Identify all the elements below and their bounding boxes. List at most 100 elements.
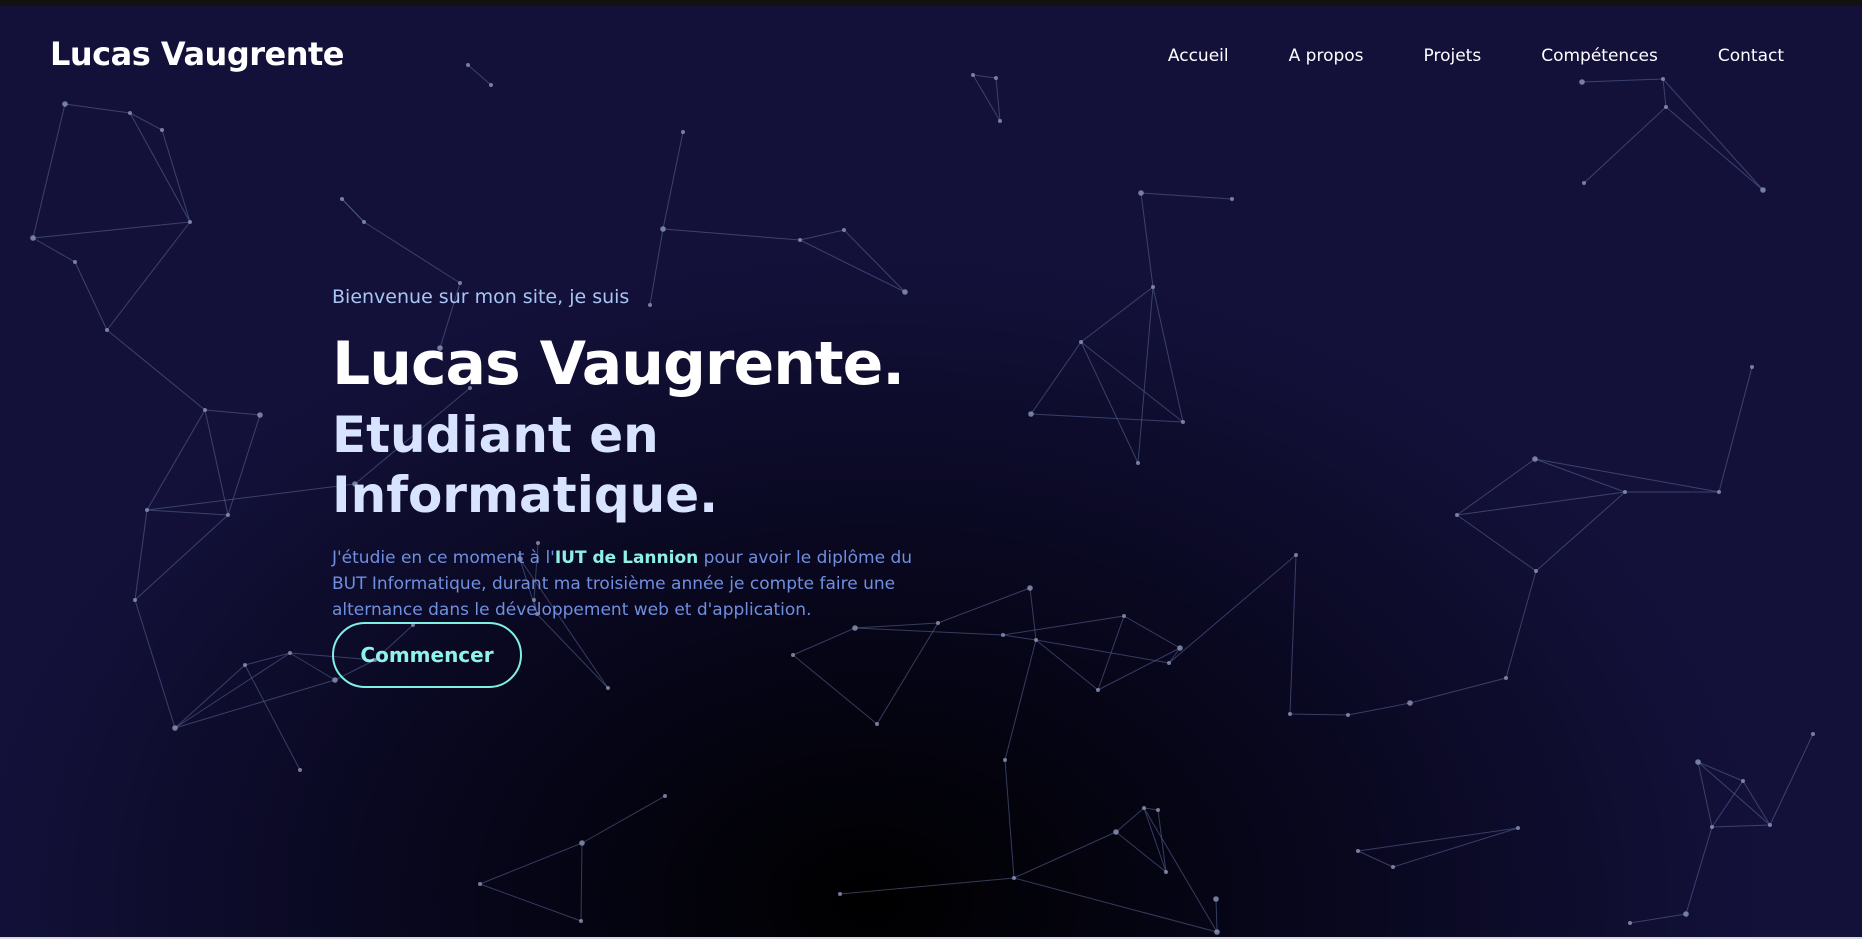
network-edge [799, 239, 906, 293]
network-edge [876, 622, 939, 725]
start-button[interactable]: Commencer [332, 622, 522, 688]
network-edge [1535, 491, 1626, 572]
network-edge [1392, 827, 1519, 868]
network-edge [581, 795, 666, 844]
network-edge [1140, 192, 1154, 288]
nav-item-projets[interactable]: Projets [1424, 46, 1482, 66]
nav-item-competences[interactable]: Compétences [1541, 46, 1658, 66]
main-nav: Accueil A propos Projets Compétences Con… [1168, 46, 1784, 66]
network-node [128, 111, 132, 115]
network-edge [479, 883, 582, 922]
network-node [1768, 823, 1772, 827]
network-node [1003, 758, 1007, 762]
network-edge [1080, 286, 1154, 343]
network-edge [1357, 850, 1394, 868]
network-node [791, 653, 795, 657]
network-edge [1030, 341, 1082, 415]
network-node [1177, 645, 1183, 651]
network-node [1532, 456, 1538, 462]
network-node [1294, 553, 1298, 557]
network-edge [854, 627, 1004, 636]
network-node [1164, 870, 1168, 874]
desc-text-start: J'étudie en ce moment à l' [332, 548, 555, 568]
network-edge [289, 652, 336, 681]
network-edge [174, 664, 246, 729]
network-edge [1157, 809, 1167, 873]
network-edge [1534, 458, 1626, 493]
network-node [1142, 806, 1146, 810]
hero-intro: Bienvenue sur mon site, je suis [332, 286, 630, 308]
network-node [340, 197, 344, 201]
network-edge [204, 409, 261, 416]
network-node [1391, 865, 1395, 869]
network-edge [1035, 639, 1099, 691]
network-edge [1080, 341, 1139, 464]
network-edge [204, 409, 229, 516]
nav-item-a-propos[interactable]: A propos [1289, 46, 1364, 66]
network-edge [32, 237, 76, 263]
network-node [1213, 896, 1219, 902]
network-node [1455, 513, 1459, 517]
network-node [606, 686, 610, 690]
network-edge [32, 221, 191, 239]
site-header: Lucas Vaugrente Accueil A propos Projets… [0, 0, 1862, 110]
network-node [1356, 849, 1360, 853]
network-node [172, 725, 178, 731]
network-edge [1534, 458, 1720, 493]
network-edge [146, 409, 206, 511]
hero-name: Lucas Vaugrente. [332, 329, 905, 399]
network-node [1628, 921, 1632, 925]
network-edge [1289, 554, 1297, 715]
network-edge [161, 129, 191, 223]
network-node [1136, 461, 1140, 465]
network-edge [1505, 570, 1537, 679]
network-node [458, 281, 462, 285]
network-edge [363, 221, 461, 284]
network-node [1582, 181, 1586, 185]
network-edge [1143, 807, 1159, 811]
network-edge [1347, 702, 1411, 716]
network-edge [1583, 106, 1667, 184]
network-node [798, 238, 802, 242]
brand-logo[interactable]: Lucas Vaugrente [50, 35, 344, 73]
network-edge [479, 842, 583, 885]
network-edge [244, 664, 301, 771]
network-node [838, 892, 842, 896]
network-node [332, 677, 338, 683]
network-node [1288, 712, 1292, 716]
network-edge [1665, 106, 1764, 191]
network-edge [1685, 826, 1713, 915]
network-edge [1013, 877, 1218, 933]
network-node [579, 919, 583, 923]
network-node [478, 882, 482, 886]
nav-item-accueil[interactable]: Accueil [1168, 46, 1229, 66]
network-node [30, 235, 36, 241]
network-edge [146, 509, 229, 516]
network-edge [1769, 733, 1814, 826]
network-node [1811, 732, 1815, 736]
network-node [243, 663, 247, 667]
network-edge [1711, 824, 1771, 828]
network-node [362, 220, 366, 224]
network-edge [1004, 759, 1015, 879]
network-node [1167, 661, 1171, 665]
network-edge [839, 877, 1015, 895]
network-node [1710, 825, 1714, 829]
network-edge [1289, 713, 1349, 716]
network-node [1122, 614, 1126, 618]
hero-role: Etudiant en Informatique. [332, 406, 719, 524]
network-node [1346, 713, 1350, 717]
network-edge [1215, 898, 1218, 933]
hero-description: J'étudie en ce moment à l'IUT de Lannion… [332, 545, 932, 623]
network-edge [1742, 780, 1771, 826]
network-node [1181, 420, 1185, 424]
network-edge [662, 228, 801, 241]
network-edge [662, 131, 684, 230]
network-edge [1115, 807, 1145, 833]
network-edge [244, 652, 291, 666]
network-edge [843, 229, 906, 293]
network-edge [1030, 413, 1184, 423]
nav-item-contact[interactable]: Contact [1718, 46, 1784, 66]
network-edge [1004, 639, 1037, 761]
network-node [133, 598, 137, 602]
